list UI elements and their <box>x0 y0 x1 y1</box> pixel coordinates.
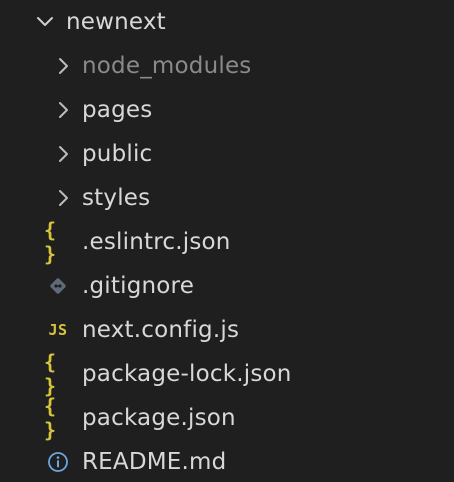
file-package-json[interactable]: { } package.json <box>0 394 454 442</box>
json-braces-icon: { } <box>44 350 58 398</box>
file-label: README.md <box>82 449 227 475</box>
folder-styles[interactable]: styles <box>0 176 454 220</box>
file-explorer: newnext node_modules pages public styles… <box>0 0 454 482</box>
json-braces-icon: { } <box>44 218 58 266</box>
file-label: .eslintrc.json <box>82 229 231 255</box>
git-diamond-icon <box>44 272 72 300</box>
file-eslintrc-json[interactable]: { } .eslintrc.json <box>0 218 454 266</box>
folder-public[interactable]: public <box>0 132 454 176</box>
folder-newnext[interactable]: newnext <box>0 0 454 44</box>
file-next-config-js[interactable]: JS next.config.js <box>0 308 454 352</box>
file-label: package.json <box>82 405 236 431</box>
folder-label: node_modules <box>82 53 252 79</box>
file-package-lock-json[interactable]: { } package-lock.json <box>0 350 454 398</box>
folder-pages[interactable]: pages <box>0 88 454 132</box>
file-label: .gitignore <box>82 273 195 299</box>
chevron-right-icon[interactable] <box>52 187 74 209</box>
file-readme-md[interactable]: README.md <box>0 440 454 482</box>
chevron-right-icon[interactable] <box>52 99 74 121</box>
chevron-right-icon[interactable] <box>52 143 74 165</box>
info-circle-icon <box>44 448 72 476</box>
chevron-right-icon[interactable] <box>52 55 74 77</box>
folder-label: styles <box>82 185 151 211</box>
file-gitignore[interactable]: .gitignore <box>0 264 454 308</box>
chevron-down-icon[interactable] <box>34 11 56 33</box>
folder-label: pages <box>82 97 153 123</box>
javascript-icon: JS <box>48 321 68 339</box>
json-braces-icon: { } <box>44 394 58 442</box>
folder-label: public <box>82 141 153 167</box>
folder-node-modules[interactable]: node_modules <box>0 44 454 88</box>
folder-label: newnext <box>66 9 166 35</box>
file-label: next.config.js <box>82 317 240 343</box>
file-label: package-lock.json <box>82 361 292 387</box>
